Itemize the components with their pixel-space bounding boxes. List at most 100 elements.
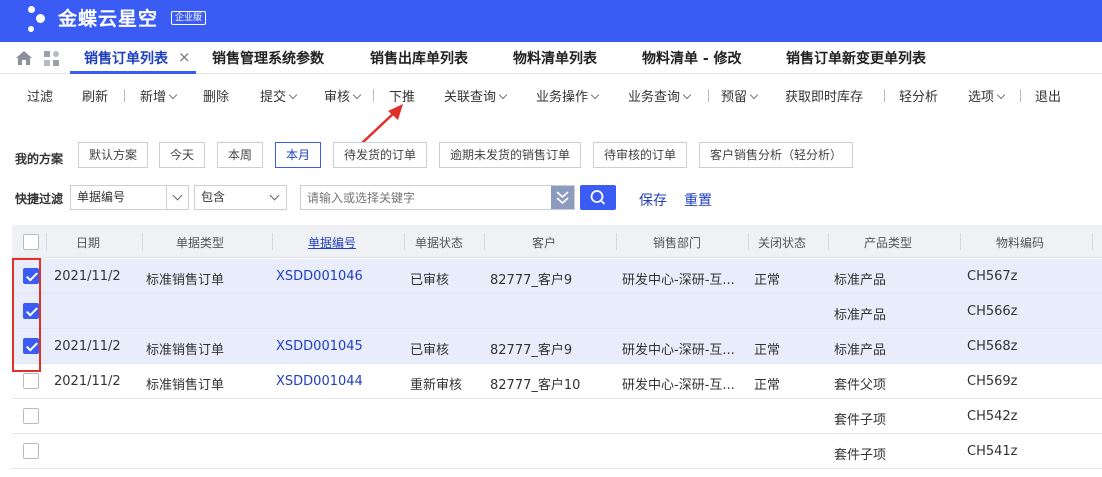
chevron-down-icon xyxy=(352,90,362,100)
col-date[interactable]: 日期 xyxy=(76,234,100,251)
chevron-down-icon xyxy=(168,90,178,100)
row-checkbox[interactable] xyxy=(23,443,39,459)
close-icon[interactable]: × xyxy=(178,48,191,66)
filter-operator-select[interactable]: 包含 xyxy=(194,185,287,210)
cell-product: 套件子项 xyxy=(834,413,887,428)
cell-dept: 研发中心-深研-互... xyxy=(622,343,735,358)
reset-button[interactable]: 重置 xyxy=(684,190,712,210)
cell-close: 正常 xyxy=(754,378,781,393)
cell-close: 正常 xyxy=(754,343,781,358)
quick-filter-label: 快捷过滤 xyxy=(15,192,64,206)
cell-status: 重新审核 xyxy=(410,378,463,393)
chevron-down-icon xyxy=(996,90,1006,100)
cell-status: 已审核 xyxy=(410,343,450,358)
cell-material: CH567z xyxy=(967,269,1018,284)
col-sales-dept[interactable]: 销售部门 xyxy=(653,234,701,251)
cell-customer: 82777_客户9 xyxy=(490,343,573,358)
cell-product: 标准产品 xyxy=(834,273,887,288)
scheme-this-week[interactable]: 本周 xyxy=(217,142,264,168)
tab-sales-change-list[interactable]: 销售订单新变更单列表 xyxy=(786,48,926,68)
options-button[interactable]: 选项 xyxy=(968,86,1006,105)
scheme-customer-analysis[interactable]: 客户销售分析（轻分析） xyxy=(699,142,854,168)
business-query-button[interactable]: 业务查询 xyxy=(628,86,692,105)
row-checkbox[interactable] xyxy=(23,408,39,424)
cell-material: CH541z xyxy=(967,444,1018,459)
tab-sales-order-list[interactable]: 销售订单列表 xyxy=(84,48,168,68)
apps-grid-icon[interactable] xyxy=(43,50,60,67)
brand-title: 金蝶云星空 xyxy=(58,8,159,30)
chevron-down-icon xyxy=(682,90,692,100)
scheme-to-ship[interactable]: 待发货的订单 xyxy=(333,142,428,168)
save-button[interactable]: 保存 xyxy=(639,190,667,210)
related-query-button[interactable]: 关联查询 xyxy=(444,86,508,105)
col-doc-status[interactable]: 单据状态 xyxy=(415,234,463,251)
scheme-to-audit[interactable]: 待审核的订单 xyxy=(593,142,688,168)
business-ops-button[interactable]: 业务操作 xyxy=(536,86,600,105)
home-icon[interactable] xyxy=(15,50,33,66)
refresh-button[interactable]: 刷新 xyxy=(82,86,108,105)
submit-button[interactable]: 提交 xyxy=(260,86,298,105)
scheme-today[interactable]: 今天 xyxy=(159,142,206,168)
filter-button[interactable]: 过滤 xyxy=(27,86,53,105)
tab-bom-list[interactable]: 物料清单列表 xyxy=(513,48,597,68)
logo-icon xyxy=(26,2,56,40)
delete-button[interactable]: 删除 xyxy=(203,86,229,105)
tab-sales-outbound-list[interactable]: 销售出库单列表 xyxy=(370,48,468,68)
cell-dept: 研发中心-深研-互... xyxy=(622,378,735,393)
tab-bom-edit[interactable]: 物料清单 - 修改 xyxy=(642,48,742,68)
instant-stock-button[interactable]: 获取即时库存 xyxy=(785,86,863,105)
col-doc-type[interactable]: 单据类型 xyxy=(176,234,224,251)
cell-date: 2021/11/2 xyxy=(54,374,121,389)
toolbar: 过滤 刷新 新增 删除 提交 审核 下推 关联查询 业务操作 业务查询 预留 获… xyxy=(0,74,1102,114)
table-header: 日期 单据类型 单据编号 单据状态 客户 销售部门 关闭状态 产品类型 物料编码 xyxy=(12,225,1102,258)
cell-material: CH566z xyxy=(967,304,1018,319)
scheme-this-month[interactable]: 本月 xyxy=(275,142,322,168)
cell-number[interactable]: XSDD001046 xyxy=(276,269,363,284)
cell-product: 标准产品 xyxy=(834,308,887,323)
table-row[interactable]: 套件子项 CH542z xyxy=(12,399,1102,434)
row-checkbox[interactable] xyxy=(23,373,39,389)
chevron-down-icon xyxy=(166,186,188,209)
col-doc-number[interactable]: 单据编号 xyxy=(308,234,356,251)
cell-type: 标准销售订单 xyxy=(146,343,225,358)
exit-button[interactable]: 退出 xyxy=(1035,86,1061,105)
cell-material: CH542z xyxy=(967,409,1018,424)
tab-sales-params[interactable]: 销售管理系统参数 xyxy=(212,48,324,68)
cell-material: CH568z xyxy=(967,339,1018,354)
cell-number[interactable]: XSDD001044 xyxy=(276,374,363,389)
col-close-status[interactable]: 关闭状态 xyxy=(758,234,806,251)
chevron-down-icon xyxy=(288,90,298,100)
cell-product: 套件子项 xyxy=(834,448,887,463)
light-analysis-button[interactable]: 轻分析 xyxy=(899,86,938,105)
chevron-down-icon xyxy=(749,90,759,100)
tab-bar: 销售订单列表 × 销售管理系统参数 销售出库单列表 物料清单列表 物料清单 - … xyxy=(0,42,1102,74)
cell-product: 套件父项 xyxy=(834,378,887,393)
cell-number[interactable]: XSDD001045 xyxy=(276,339,363,354)
table-row[interactable]: 套件子项 CH541z xyxy=(12,434,1102,469)
edition-badge: 企业版 xyxy=(171,11,207,25)
add-button[interactable]: 新增 xyxy=(140,86,178,105)
selection-highlight-box xyxy=(12,258,41,372)
double-chevron-down-icon[interactable] xyxy=(551,186,574,209)
search-icon[interactable] xyxy=(580,185,616,210)
cell-date: 2021/11/2 xyxy=(54,269,121,284)
table-row[interactable]: 2021/11/2 标准销售订单 XSDD001046 已审核 82777_客户9 研发中… xyxy=(12,259,1102,294)
chevron-down-icon xyxy=(264,186,286,209)
select-all-checkbox[interactable] xyxy=(23,234,39,250)
scheme-overdue[interactable]: 逾期未发货的销售订单 xyxy=(439,142,582,168)
chevron-down-icon xyxy=(498,90,508,100)
reserve-button[interactable]: 预留 xyxy=(721,86,759,105)
cell-status: 已审核 xyxy=(410,273,450,288)
col-customer[interactable]: 客户 xyxy=(532,234,556,251)
filter-field-select[interactable]: 单据编号 xyxy=(70,185,189,210)
table-row[interactable]: 标准产品 CH566z xyxy=(12,294,1102,329)
cell-type: 标准销售订单 xyxy=(146,273,225,288)
table-row[interactable]: 2021/11/2 标准销售订单 XSDD001044 重新审核 82777_客户10 研… xyxy=(12,364,1102,399)
table-row[interactable]: 2021/11/2 标准销售订单 XSDD001045 已审核 82777_客户9 研发中… xyxy=(12,329,1102,364)
scheme-label: 我的方案 xyxy=(15,152,64,166)
scheme-default[interactable]: 默认方案 xyxy=(78,142,149,168)
keyword-input[interactable] xyxy=(300,185,575,210)
col-product-type[interactable]: 产品类型 xyxy=(864,234,912,251)
col-material-code[interactable]: 物料编码 xyxy=(996,234,1044,251)
cell-product: 标准产品 xyxy=(834,343,887,358)
